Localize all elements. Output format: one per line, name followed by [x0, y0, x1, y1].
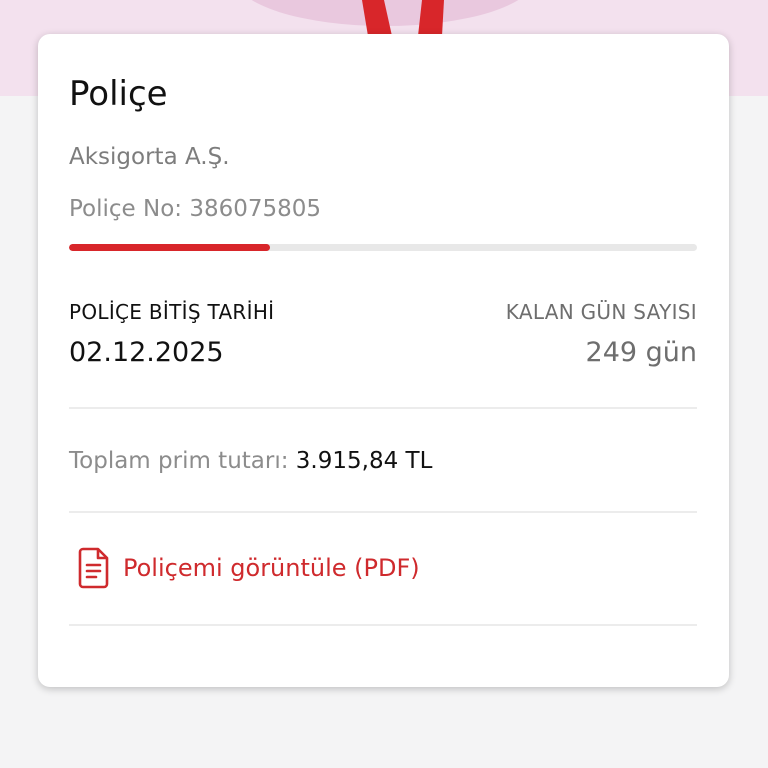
divider: [69, 511, 697, 513]
remaining-days-value: 249 gün: [585, 337, 697, 368]
end-date-value: 02.12.2025: [69, 337, 224, 368]
premium-total: Toplam prim tutarı: 3.915,84 TL: [69, 446, 432, 476]
view-policy-pdf-label: Poliçemi görüntüle (PDF): [123, 554, 420, 582]
end-date-label: POLİÇE BİTİŞ TARİHİ: [69, 300, 275, 324]
divider: [69, 407, 697, 409]
divider: [69, 624, 697, 626]
policy-number: Poliçe No: 386075805: [69, 196, 322, 222]
premium-label: Toplam prim tutarı:: [69, 448, 289, 474]
ribbon-graphic: [362, 0, 444, 36]
policy-progress-bar: [69, 244, 697, 251]
view-policy-pdf-link[interactable]: Poliçemi görüntüle (PDF): [74, 546, 420, 590]
premium-value: 3.915,84 TL: [295, 448, 433, 474]
insurer-name: Aksigorta A.Ş.: [69, 144, 230, 170]
policy-progress-fill: [69, 244, 270, 251]
policy-card: Poliçe Aksigorta A.Ş. Poliçe No: 3860758…: [38, 34, 729, 687]
card-title: Poliçe: [69, 74, 168, 114]
remaining-days-label: KALAN GÜN SAYISI: [505, 300, 697, 324]
document-icon: [78, 547, 109, 589]
